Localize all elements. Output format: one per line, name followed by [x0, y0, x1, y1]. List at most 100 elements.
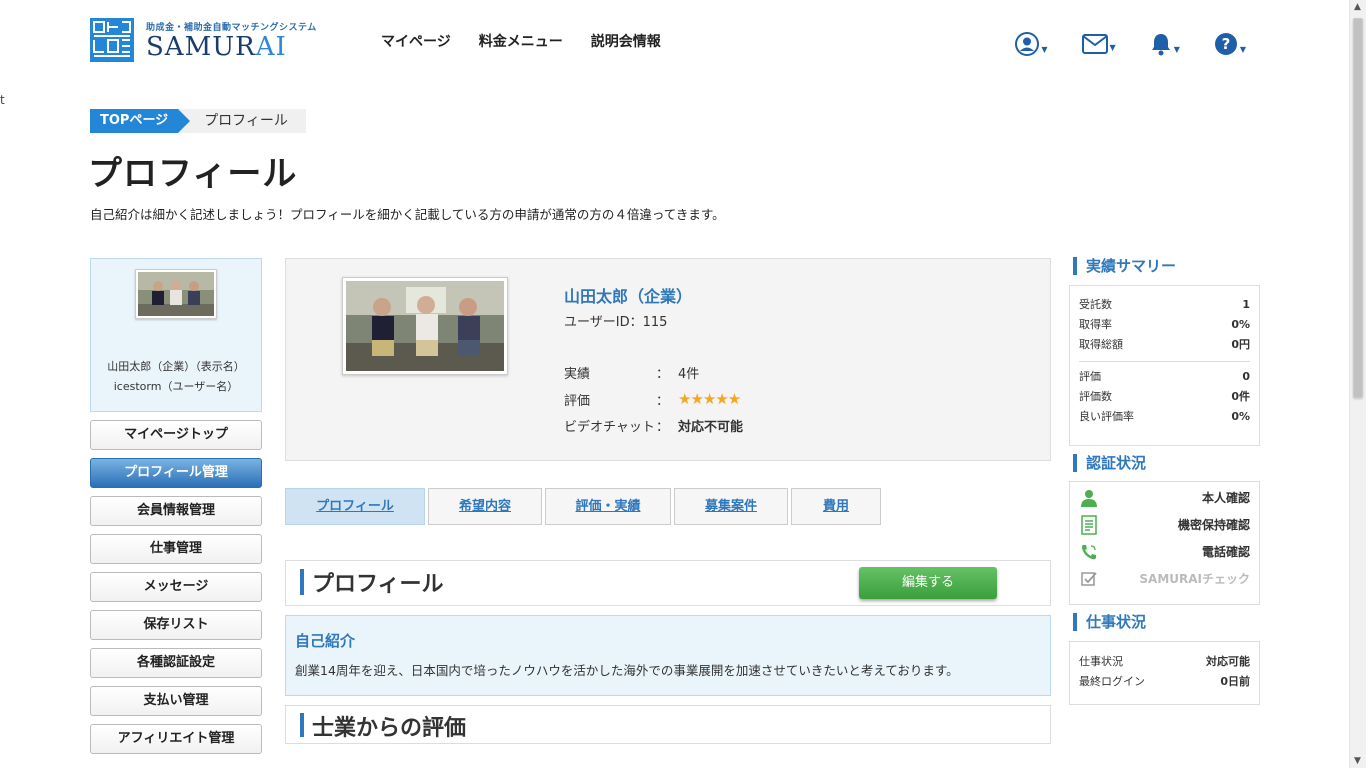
- summary-row: 評価 0: [1079, 367, 1250, 387]
- nav-pricing[interactable]: 料金メニュー: [479, 31, 563, 51]
- sidebar-item-affiliate[interactable]: アフィリエイト管理: [90, 724, 262, 754]
- sidebar-item-jobs[interactable]: 仕事管理: [90, 534, 262, 564]
- logo[interactable]: 助成金・補助金自動マッチングシステム SAMURAI: [90, 18, 317, 62]
- stray-text: t: [0, 93, 5, 107]
- user-menu[interactable]: ▼: [1015, 32, 1048, 56]
- cert-label: SAMURAIチェック: [1139, 572, 1250, 586]
- cert-label: 機密保持確認: [1177, 518, 1250, 532]
- profile-section-header: プロフィール 編集する: [285, 560, 1051, 606]
- tab-fees[interactable]: 費用: [791, 488, 881, 525]
- sidebar-profile-card: 山田太郎（企業）（表示名） icestorm（ユーザー名）: [90, 258, 262, 412]
- sidebar-item-payments[interactable]: 支払い管理: [90, 686, 262, 716]
- profile-tabs: プロフィール 希望内容 評価・実績 募集案件 費用: [285, 488, 881, 525]
- section-title: プロフィール: [312, 572, 444, 597]
- work-status-value: 0日前: [1220, 675, 1250, 688]
- chevron-down-icon: ▼: [1173, 45, 1180, 54]
- work-status-row: 最終ログイン 0日前: [1079, 672, 1250, 692]
- summary-value: 1: [1242, 298, 1250, 311]
- cert-label: 本人確認: [1201, 491, 1250, 505]
- phone-icon: [1082, 544, 1096, 559]
- logo-mark-icon: [90, 18, 134, 62]
- summary-value: 0%: [1231, 410, 1250, 423]
- summary-row: 取得率 0%: [1079, 315, 1250, 335]
- work-status-value: 対応可能: [1206, 655, 1250, 668]
- summary-title: 実績サマリー: [1073, 257, 1176, 275]
- certification-box: 本人確認 機密保持確認 電話確認 SAMURAIチェック: [1069, 481, 1260, 605]
- summary-label: 評価数: [1079, 390, 1112, 403]
- logo-title: SAMURAI: [146, 33, 317, 61]
- sidebar-item-mypage-top[interactable]: マイページトップ: [90, 420, 262, 450]
- nav-mypage[interactable]: マイページ: [381, 31, 451, 51]
- stat-rating: 評価 ： ★★★★★: [564, 390, 741, 409]
- section-bar: [300, 569, 304, 595]
- sidebar-user-name: icestorm（ユーザー名）: [113, 380, 239, 393]
- breadcrumb-top-link[interactable]: TOPページ: [90, 109, 191, 133]
- avatar[interactable]: [135, 269, 217, 319]
- chevron-down-icon: ▼: [1109, 43, 1116, 52]
- profile-name: 山田太郎（企業）: [564, 287, 693, 306]
- checkbox-icon: [1081, 571, 1097, 586]
- tab-reviews[interactable]: 評価・実績: [545, 488, 671, 525]
- mail-icon: [1081, 34, 1108, 54]
- self-intro-heading: 自己紹介: [295, 632, 356, 650]
- nav-seminar[interactable]: 説明会情報: [591, 31, 661, 51]
- svg-text:?: ?: [1221, 35, 1230, 53]
- summary-row: 良い評価率 0%: [1079, 407, 1250, 427]
- rating-stars: ★★★★★: [678, 390, 741, 408]
- sidebar-item-member-info[interactable]: 会員情報管理: [90, 496, 262, 526]
- stat-value: 対応不可能: [678, 420, 744, 435]
- cert-identity: 本人確認: [1079, 484, 1250, 511]
- summary-box: 受託数 1 取得率 0% 取得総額 0円 評価 0 評価数 0件 良い評価率 0%: [1069, 285, 1260, 446]
- cert-phone: 電話確認: [1079, 538, 1250, 565]
- section-title: 士業からの評価: [312, 716, 467, 741]
- page-title: プロフィール: [88, 154, 298, 194]
- summary-row: 受託数 1: [1079, 295, 1250, 315]
- stat-achievements: 実績 ： 4件: [564, 363, 699, 382]
- help-menu[interactable]: ? ▼: [1214, 32, 1246, 56]
- chevron-down-icon: ▼: [1239, 45, 1246, 54]
- self-intro-body: 創業14周年を迎え、日本国内で培ったノウハウを活かした海外での事業展開を加速させ…: [295, 663, 959, 678]
- work-status-box: 仕事状況 対応可能 最終ログイン 0日前: [1069, 641, 1260, 705]
- summary-value: 0件: [1231, 390, 1250, 403]
- document-icon: [1081, 514, 1097, 535]
- logo-title-ai: AI: [255, 31, 287, 62]
- help-icon: ?: [1214, 33, 1237, 55]
- summary-row: 評価数 0件: [1079, 387, 1250, 407]
- stat-separator: ：: [656, 367, 670, 382]
- user-circle-icon: [1015, 32, 1040, 56]
- mail-menu[interactable]: ▼: [1081, 34, 1116, 54]
- cert-label: 電話確認: [1201, 545, 1250, 559]
- summary-value: 0: [1242, 370, 1250, 383]
- sidebar-item-saved-list[interactable]: 保存リスト: [90, 610, 262, 640]
- sidebar-display-name: 山田太郎（企業）（表示名）: [107, 360, 245, 373]
- page-scrollbar[interactable]: ▲ ▼: [1349, 0, 1366, 768]
- profile-photo: [342, 277, 508, 375]
- notification-menu[interactable]: ▼: [1150, 32, 1180, 56]
- sidebar-item-profile[interactable]: プロフィール管理: [90, 458, 262, 488]
- review-section-header: 士業からの評価: [285, 705, 1051, 744]
- tab-recruitment[interactable]: 募集案件: [674, 488, 788, 525]
- sidebar-item-messages[interactable]: メッセージ: [90, 572, 262, 602]
- cert-nda: 機密保持確認: [1079, 511, 1250, 538]
- edit-button[interactable]: 編集する: [859, 567, 997, 599]
- tab-wishes[interactable]: 希望内容: [428, 488, 542, 525]
- scrollbar-thumb[interactable]: [1353, 18, 1363, 398]
- scroll-up-icon[interactable]: ▲: [1354, 2, 1361, 12]
- work-status-row: 仕事状況 対応可能: [1079, 652, 1250, 672]
- stat-separator: ：: [656, 420, 670, 435]
- work-status-label: 最終ログイン: [1079, 675, 1145, 688]
- work-status-title: 仕事状況: [1073, 613, 1146, 631]
- stat-video-chat: ビデオチャット ： 対応不可能: [564, 416, 743, 435]
- stat-label: ビデオチャット: [564, 420, 655, 435]
- work-status-label: 仕事状況: [1079, 655, 1123, 668]
- self-intro-box: 自己紹介 創業14周年を迎え、日本国内で培ったノウハウを活かした海外での事業展開…: [285, 615, 1051, 696]
- breadcrumb-current: プロフィール: [178, 109, 306, 133]
- breadcrumb: TOPページ プロフィール: [90, 109, 306, 133]
- scroll-down-icon[interactable]: ▼: [1354, 756, 1361, 766]
- chevron-down-icon: ▼: [1041, 45, 1048, 54]
- tab-profile[interactable]: プロフィール: [285, 488, 425, 525]
- top-nav: マイページ 料金メニュー 説明会情報: [381, 31, 661, 51]
- sidebar-item-verification[interactable]: 各種認証設定: [90, 648, 262, 678]
- stat-value: 4件: [678, 367, 700, 382]
- bell-icon: [1151, 34, 1170, 56]
